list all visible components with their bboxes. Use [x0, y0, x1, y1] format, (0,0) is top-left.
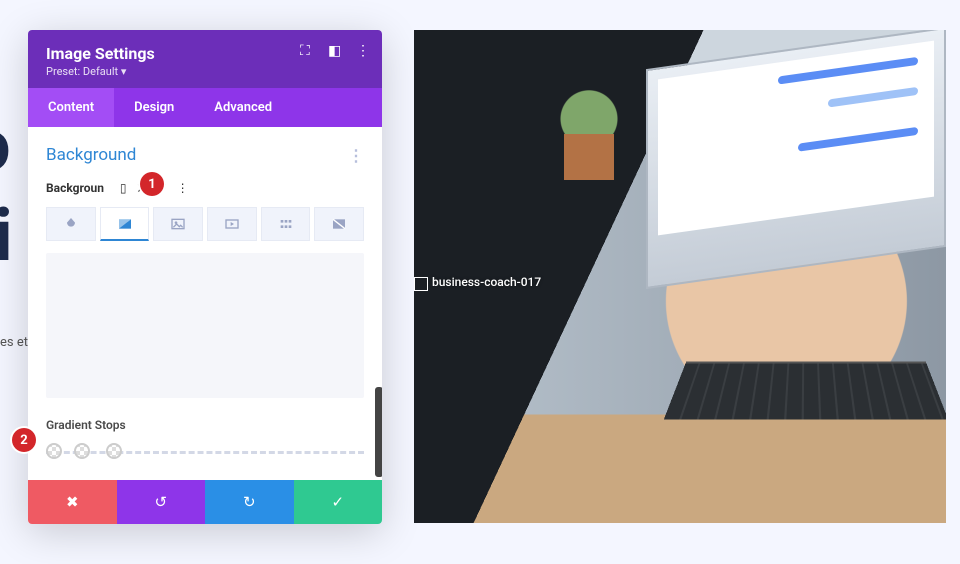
- module-preview-image[interactable]: business-coach-017: [414, 30, 946, 523]
- bg-type-pattern[interactable]: [261, 207, 311, 241]
- tab-advanced[interactable]: Advanced: [194, 88, 292, 127]
- tab-content[interactable]: Content: [28, 88, 114, 127]
- bg-type-mask[interactable]: [314, 207, 364, 241]
- module-overlay-label: business-coach-017: [432, 275, 541, 289]
- preset-label: Preset:: [46, 65, 83, 78]
- panel-footer: ✖ ↺ ↻ ✓: [28, 480, 382, 524]
- annotation-badge-2: 2: [12, 428, 36, 452]
- more-icon[interactable]: ⋮: [177, 181, 189, 195]
- panel-body: Background ⋮ Backgroun ▯ ➤ ↺ ⋮: [28, 127, 382, 480]
- panel-scrollbar[interactable]: [375, 387, 382, 477]
- cancel-button[interactable]: ✖: [28, 480, 117, 524]
- laptop-shape: [646, 30, 946, 289]
- gradient-icon: [117, 216, 133, 232]
- section-title-background[interactable]: Background: [46, 145, 136, 165]
- bg-type-image[interactable]: [153, 207, 203, 241]
- video-icon: [224, 216, 240, 232]
- panel-preset[interactable]: Preset: Default ▾: [46, 65, 364, 78]
- redo-button[interactable]: ↻: [205, 480, 294, 524]
- pattern-icon: [278, 216, 294, 232]
- gradient-stops-label: Gradient Stops: [46, 418, 364, 432]
- plant-shape: [554, 90, 624, 180]
- background-type-tabs: [46, 207, 364, 241]
- laptop-screen: [658, 41, 934, 236]
- gradient-stop-1[interactable]: [46, 443, 62, 459]
- laptop-keyboard: [664, 361, 946, 419]
- background-field-label: Backgroun: [46, 181, 104, 195]
- gradient-stop-3[interactable]: [106, 443, 122, 459]
- columns-icon[interactable]: ◧: [328, 44, 342, 58]
- panel-tabs: Content Design Advanced: [28, 88, 382, 127]
- gradient-stop-2[interactable]: [74, 443, 90, 459]
- bg-type-video[interactable]: [207, 207, 257, 241]
- kebab-menu-icon[interactable]: ⋮: [356, 44, 370, 58]
- tab-design[interactable]: Design: [114, 88, 194, 127]
- background-text-1: o: [0, 110, 9, 182]
- image-settings-panel: Image Settings Preset: Default ▾ ⛶ ◧ ⋮ C…: [28, 30, 382, 524]
- expand-icon[interactable]: ⛶: [300, 44, 314, 58]
- background-text-2: fi: [0, 200, 11, 272]
- panel-header: Image Settings Preset: Default ▾ ⛶ ◧ ⋮: [28, 30, 382, 88]
- bg-type-color[interactable]: [46, 207, 96, 241]
- phone-icon[interactable]: ▯: [120, 181, 127, 195]
- save-button[interactable]: ✓: [294, 480, 383, 524]
- section-menu-icon[interactable]: ⋮: [348, 146, 364, 165]
- image-icon: [170, 216, 186, 232]
- mask-icon: [331, 216, 347, 232]
- gradient-track-line: [46, 451, 364, 454]
- bg-type-gradient[interactable]: [100, 207, 150, 241]
- gradient-preview[interactable]: [46, 253, 364, 398]
- gradient-stops-track[interactable]: [46, 442, 364, 462]
- undo-button[interactable]: ↺: [117, 480, 206, 524]
- preset-value: Default: [83, 65, 118, 78]
- paint-drop-icon: [63, 216, 79, 232]
- module-selection-handle[interactable]: [414, 277, 428, 291]
- annotation-badge-1: 1: [140, 172, 164, 196]
